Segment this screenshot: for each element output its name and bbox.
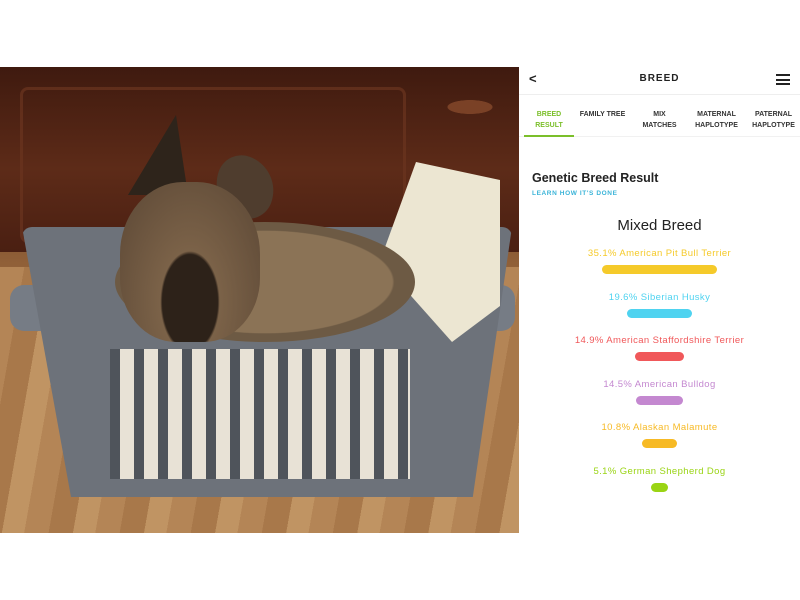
breed-bar: [635, 352, 684, 361]
page-title: BREED: [639, 73, 680, 84]
top-bar: < BREED: [519, 67, 800, 95]
breed-item: 10.8% Alaskan Malamute: [532, 422, 787, 466]
tab-bar: BREED RESULT FAMILY TREE MIX MATCHES MAT…: [519, 95, 800, 137]
breed-item: 19.6% Siberian Husky: [532, 292, 787, 336]
breed-item: 35.1% American Pit Bull Terrier: [532, 248, 787, 292]
breed-bar: [651, 482, 668, 492]
tab-mix-matches[interactable]: MIX MATCHES: [631, 95, 688, 136]
breed-bar: [602, 265, 717, 274]
breed-list: 35.1% American Pit Bull Terrier 19.6% Si…: [532, 248, 787, 509]
tab-paternal-haplotype[interactable]: PATERNAL HAPLOTYPE: [745, 95, 800, 136]
breed-label: 14.5% American Bulldog: [603, 378, 716, 390]
breed-label: 14.9% American Staffordshire Terrier: [574, 335, 745, 346]
breed-item: 14.5% American Bulldog: [532, 379, 787, 423]
tab-breed-result[interactable]: BREED RESULT: [524, 95, 574, 137]
breed-bar: [635, 395, 684, 405]
mix-label: Mixed Breed: [617, 217, 702, 234]
learn-how-link[interactable]: LEARN HOW IT'S DONE: [532, 190, 800, 197]
basket-slots: [110, 349, 410, 479]
result-title: Genetic Breed Result: [532, 171, 659, 185]
puppy-head: [120, 182, 260, 342]
result-content: Genetic Breed Result LEARN HOW IT'S DONE…: [519, 137, 800, 509]
tab-maternal-haplotype[interactable]: MATERNAL HAPLOTYPE: [688, 95, 745, 136]
breed-bar: [627, 308, 692, 318]
breed-item: 14.9% American Staffordshire Terrier: [532, 335, 787, 379]
breed-label: 10.8% Alaskan Malamute: [601, 422, 718, 433]
tab-family-tree[interactable]: FAMILY TREE: [574, 95, 631, 136]
breed-item: 5.1% German Shepherd Dog: [532, 466, 787, 510]
breed-label: 5.1% German Shepherd Dog: [593, 465, 726, 477]
dog-photo: [0, 67, 519, 533]
breed-label: 35.1% American Pit Bull Terrier: [587, 248, 732, 259]
breed-bar: [641, 439, 678, 448]
app-screen: < BREED BREED RESULT FAMILY TREE MIX MAT…: [519, 67, 800, 533]
menu-icon[interactable]: [776, 74, 790, 85]
breed-label: 19.6% Siberian Husky: [608, 291, 711, 303]
